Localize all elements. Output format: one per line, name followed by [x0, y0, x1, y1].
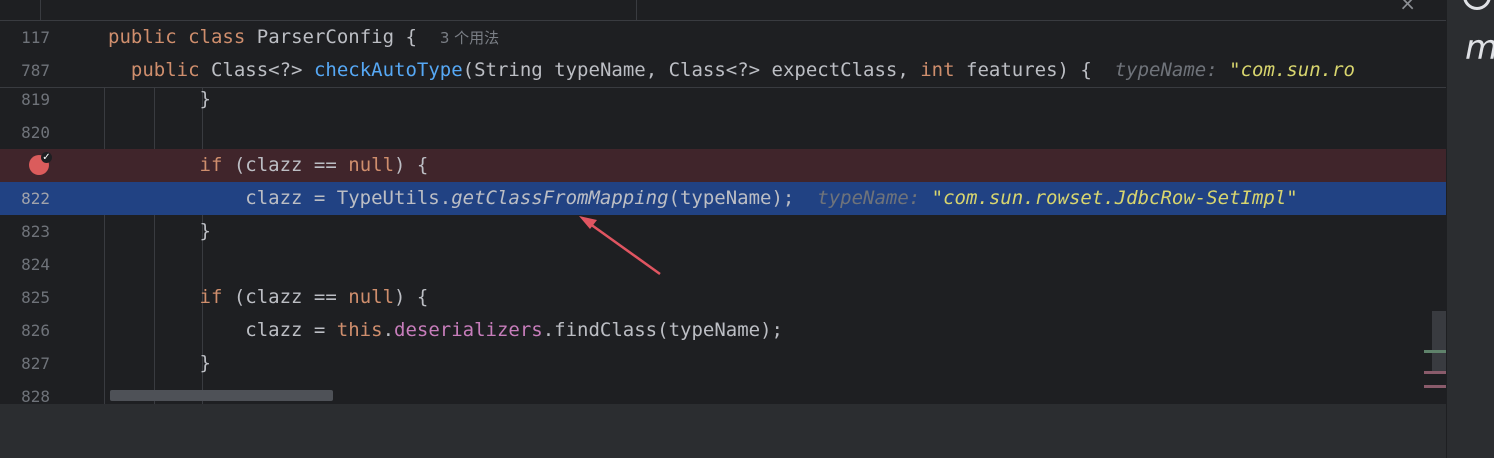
code-editor[interactable]: 117 public class ParserConfig { 3 个用法 78…	[0, 21, 1446, 404]
tab-separator	[636, 0, 637, 20]
usages-hint[interactable]: 3 个用法	[440, 29, 499, 47]
keyword: public	[130, 59, 200, 81]
editor-tab-strip: ×	[0, 0, 1446, 21]
line-number: 117	[21, 28, 50, 47]
right-side-panel: m	[1446, 0, 1494, 458]
code-line: public Class<?> checkAutoType(String typ…	[108, 54, 1446, 87]
close-icon[interactable]: ×	[1399, 0, 1416, 15]
return-type: Class<?>	[210, 59, 303, 81]
arrow-shaft	[585, 219, 661, 276]
tab-separator	[40, 0, 41, 20]
params: (String typeName, Class<?> expectClass,	[462, 59, 921, 81]
inline-hint-label: typeName:	[1114, 59, 1218, 81]
ring-icon	[1463, 0, 1491, 10]
sticky-scroll-header[interactable]: 117 public class ParserConfig { 3 个用法 78…	[0, 21, 1446, 88]
keyword: class	[188, 26, 246, 48]
class-name: ParserConfig	[256, 26, 395, 48]
method-name: checkAutoType	[313, 59, 463, 81]
code-line: public class ParserConfig { 3 个用法	[108, 21, 1446, 54]
line-number: 787	[21, 61, 50, 80]
brace: {	[405, 26, 417, 48]
params: features) {	[954, 59, 1092, 81]
inline-hint-value: "com.sun.ro	[1229, 59, 1355, 81]
panel-letter: m	[1465, 28, 1494, 68]
keyword: public	[108, 26, 177, 48]
keyword: int	[920, 59, 955, 81]
